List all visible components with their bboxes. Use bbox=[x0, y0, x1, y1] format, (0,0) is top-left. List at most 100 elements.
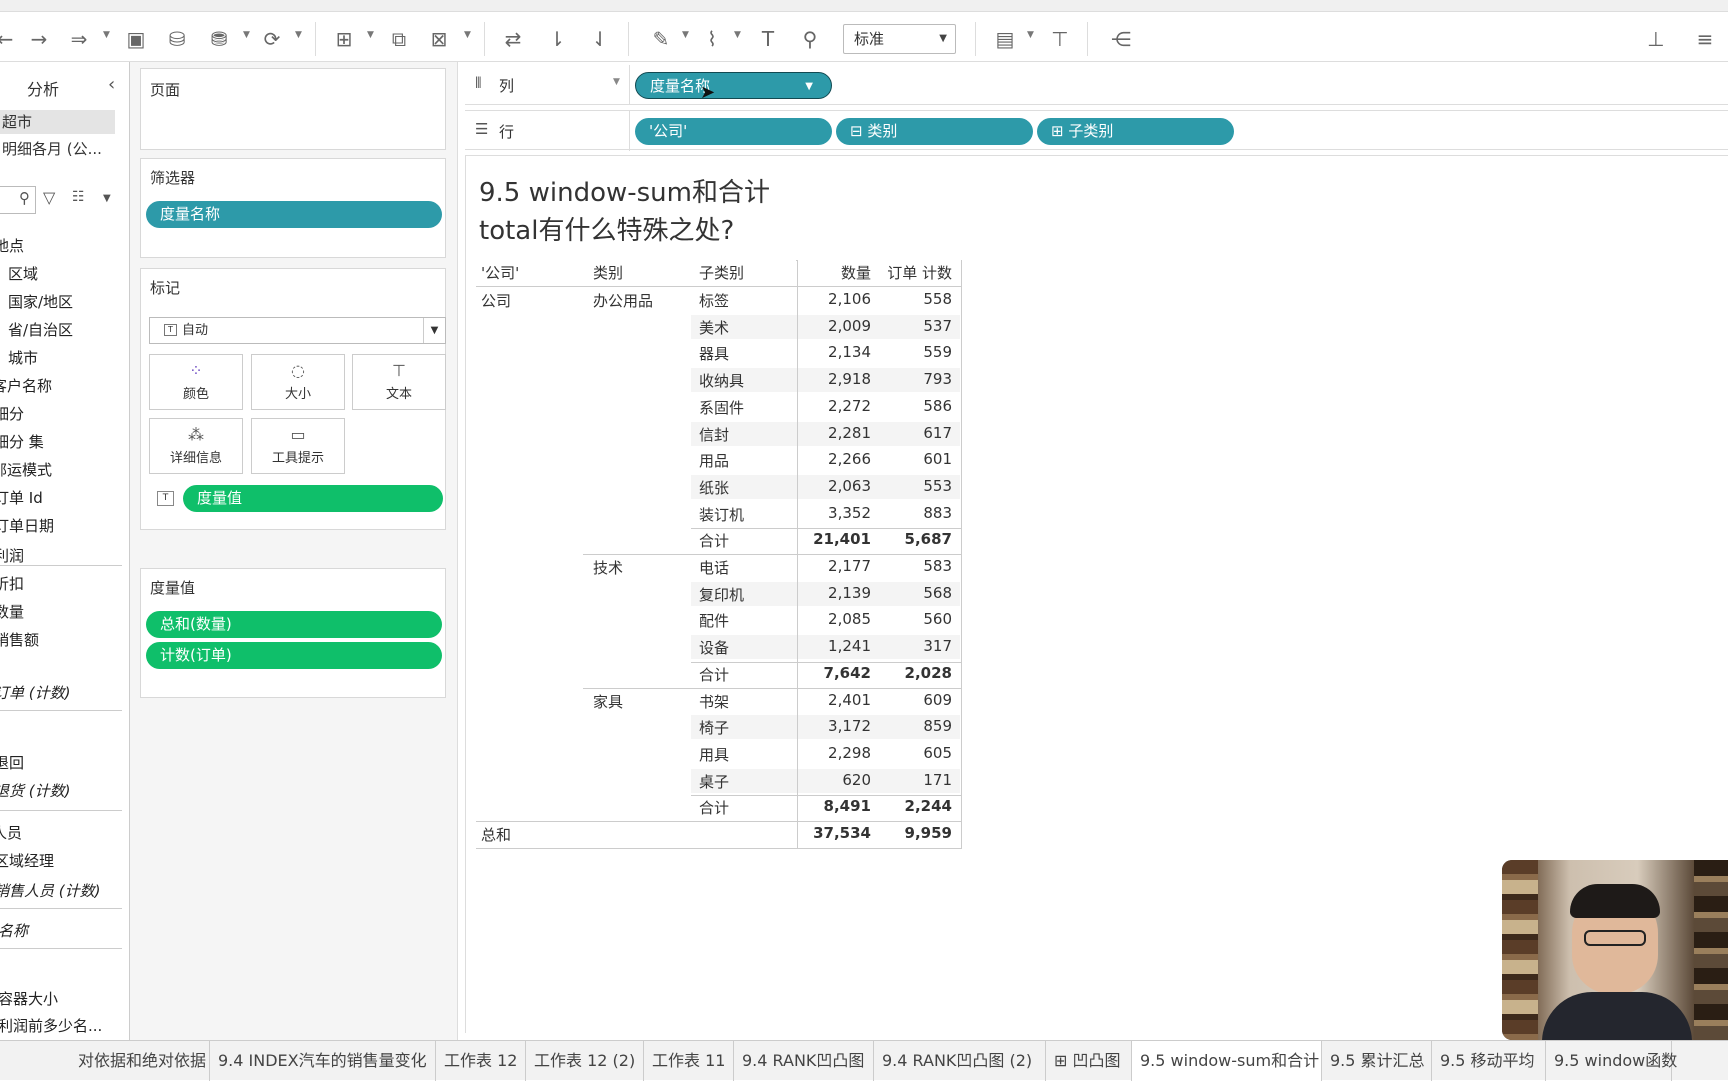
show-me-icon[interactable]: ≡ bbox=[1690, 24, 1720, 54]
share-icon[interactable]: ⋲ bbox=[1106, 24, 1136, 54]
sheet-tab[interactable]: 9.4 RANK凹凸图 (2) bbox=[874, 1041, 1046, 1081]
sheet-tab[interactable]: ⊞ 凹凸图 bbox=[1046, 1041, 1132, 1081]
pin-icon[interactable]: ⚲ bbox=[795, 24, 825, 54]
pages-card[interactable]: 页面 bbox=[140, 68, 446, 150]
chevron-down-icon[interactable]: ▼ bbox=[295, 30, 302, 40]
field-item[interactable]: 国家/地区 bbox=[8, 291, 73, 312]
tab-analysis[interactable]: 分析 ‹ bbox=[0, 72, 130, 102]
show-me-pin-icon[interactable]: ⊥ bbox=[1641, 24, 1671, 54]
new-datasource-icon[interactable]: ⛁ bbox=[162, 24, 192, 54]
measure-pill[interactable]: 计数(订单) bbox=[146, 642, 442, 669]
filters-card[interactable]: 筛选器 度量名称 bbox=[140, 158, 446, 258]
subtotal-label: 合计 bbox=[699, 799, 730, 818]
redo-icon[interactable]: → bbox=[24, 24, 54, 54]
show-cards-icon[interactable]: ▤ bbox=[990, 24, 1020, 54]
refresh-icon[interactable]: ⟳ bbox=[257, 24, 287, 54]
collapse-icon[interactable]: ‹ bbox=[108, 74, 115, 95]
field-item[interactable]: 人员 bbox=[0, 822, 22, 843]
field-item[interactable]: 细分 集 bbox=[0, 431, 44, 452]
undo-icon[interactable]: ← bbox=[0, 24, 20, 54]
sheet-tab[interactable]: 工作表 11 bbox=[644, 1041, 734, 1081]
field-item[interactable]: 利润前多少名... bbox=[0, 1015, 102, 1036]
rows-pill[interactable]: ⊟ 类别 bbox=[836, 118, 1033, 145]
filter-pill[interactable]: 度量名称 bbox=[146, 201, 442, 228]
duplicate-sheet-icon[interactable]: ⧉ bbox=[384, 24, 414, 54]
columns-shelf[interactable]: ⦀ 列 ▼ 度量名称 ▼ bbox=[465, 65, 1728, 105]
pause-datasource-icon[interactable]: ⛃ bbox=[204, 24, 234, 54]
sheet-tab[interactable]: 9.4 RANK凹凸图 bbox=[734, 1041, 874, 1081]
chevron-down-icon[interactable]: ▼ bbox=[682, 30, 689, 40]
field-item[interactable]: 折扣 bbox=[0, 573, 24, 594]
field-item[interactable]: 客户名称 bbox=[0, 375, 52, 396]
field-item[interactable]: 数量 bbox=[0, 601, 24, 622]
field-item[interactable]: 区域经理 bbox=[0, 850, 54, 871]
chevron-down-icon[interactable]: ▼ bbox=[464, 30, 471, 40]
order-count-cell: 171 bbox=[923, 770, 952, 789]
subcategory-label: 用具 bbox=[699, 745, 730, 764]
chevron-down-icon[interactable]: ▼ bbox=[103, 193, 111, 204]
sheet-tab[interactable]: 工作表 12 bbox=[436, 1041, 526, 1081]
sheet-tab[interactable]: 9.5 window-sum和合计 bbox=[1132, 1041, 1322, 1081]
field-item[interactable]: 地点 bbox=[0, 235, 24, 256]
sheet-tab[interactable]: 9.5 移动平均 bbox=[1432, 1041, 1546, 1081]
sheet-tab[interactable]: 对依据和绝对依据 bbox=[70, 1041, 210, 1081]
field-item[interactable]: 利润 bbox=[0, 545, 24, 566]
highlight-icon[interactable]: ✎ bbox=[646, 24, 676, 54]
subcategory-label: 系固件 bbox=[699, 398, 745, 417]
sheet-tab[interactable]: 9.5 累计汇总 bbox=[1322, 1041, 1432, 1081]
measure-pill[interactable]: 总和(数量) bbox=[146, 611, 442, 638]
mark-type-select[interactable]: T 自动 ▼ bbox=[149, 317, 446, 344]
swap-rows-columns-icon[interactable]: ⇄ bbox=[498, 24, 528, 54]
sheet-tab[interactable]: 9.5 window函数 bbox=[1546, 1041, 1677, 1081]
field-item[interactable]: 订单 (计数) bbox=[0, 682, 70, 703]
field-item[interactable]: 订单 Id bbox=[0, 487, 43, 508]
field-item[interactable]: 销售人员 (计数) bbox=[0, 880, 100, 901]
field-item[interactable]: 细分 bbox=[0, 403, 24, 424]
field-item[interactable]: 名称 bbox=[0, 920, 28, 941]
rows-pill[interactable]: ⊞ 子类别 bbox=[1037, 118, 1234, 145]
chevron-down-icon[interactable]: ▼ bbox=[367, 30, 374, 40]
sheet-tab[interactable]: 9.4 INDEX汽车的销售量变化 bbox=[210, 1041, 436, 1081]
subtotal-count: 2,244 bbox=[904, 797, 952, 816]
fit-select[interactable]: 标准 ▼ bbox=[843, 24, 956, 54]
save-icon[interactable]: ▣ bbox=[121, 24, 151, 54]
text-button[interactable]: ⊤ 文本 bbox=[352, 354, 446, 410]
filter-icon[interactable]: ▽ bbox=[43, 188, 55, 207]
clear-sheet-icon[interactable]: ⊠ bbox=[424, 24, 454, 54]
datasource-item[interactable]: 明细各月 (公... bbox=[0, 138, 102, 159]
color-button[interactable]: ⁘ 颜色 bbox=[149, 354, 243, 410]
replay-icon[interactable]: ⇒ bbox=[64, 24, 94, 54]
field-item[interactable]: 容器大小 bbox=[0, 988, 58, 1009]
chevron-down-icon[interactable]: ▼ bbox=[243, 30, 250, 40]
field-item[interactable]: 省/自治区 bbox=[8, 319, 73, 340]
field-item[interactable]: 城市 bbox=[8, 347, 38, 368]
chevron-down-icon[interactable]: ▼ bbox=[103, 30, 110, 40]
rows-pill[interactable]: '公司' bbox=[635, 118, 832, 145]
measure-values-card: 度量值 总和(数量) 计数(订单) bbox=[140, 568, 446, 698]
sheet-tab[interactable]: 工作表 12 (2) bbox=[526, 1041, 644, 1081]
field-item[interactable]: 退货 (计数) bbox=[0, 780, 70, 801]
field-item[interactable]: 退回 bbox=[0, 752, 24, 773]
rows-shelf[interactable]: ☰ 行 '公司' ⊟ 类别 ⊞ 子类别 bbox=[465, 110, 1728, 151]
field-item[interactable]: 销售额 bbox=[0, 629, 39, 650]
tooltip-button[interactable]: ▭ 工具提示 bbox=[251, 418, 345, 474]
group-icon[interactable]: ⌇ bbox=[697, 24, 727, 54]
chevron-down-icon[interactable]: ▼ bbox=[1027, 30, 1034, 40]
datasource-item[interactable]: 超市 bbox=[0, 110, 115, 134]
detail-button[interactable]: ⁂ 详细信息 bbox=[149, 418, 243, 474]
new-worksheet-icon[interactable]: ⊞ bbox=[329, 24, 359, 54]
subtotal-quantity: 21,401 bbox=[813, 530, 871, 549]
presentation-icon[interactable]: ⊤ bbox=[1045, 24, 1075, 54]
chevron-down-icon[interactable]: ▼ bbox=[734, 30, 741, 40]
columns-pill[interactable]: 度量名称 ▼ bbox=[635, 72, 832, 99]
show-labels-icon[interactable]: T bbox=[753, 24, 783, 54]
field-item[interactable]: 订单日期 bbox=[0, 515, 54, 536]
sort-descending-icon[interactable]: ⇃ bbox=[585, 24, 615, 54]
size-button[interactable]: ◌ 大小 bbox=[251, 354, 345, 410]
field-item[interactable]: 邮运模式 bbox=[0, 459, 52, 480]
view-options-icon[interactable]: ☷ bbox=[72, 189, 85, 205]
mark-pill[interactable]: 度量值 bbox=[183, 485, 443, 512]
field-item[interactable]: 区域 bbox=[8, 263, 38, 284]
sort-ascending-icon[interactable]: ⇂ bbox=[542, 24, 572, 54]
field-search-input[interactable]: ⚲ bbox=[0, 186, 36, 214]
